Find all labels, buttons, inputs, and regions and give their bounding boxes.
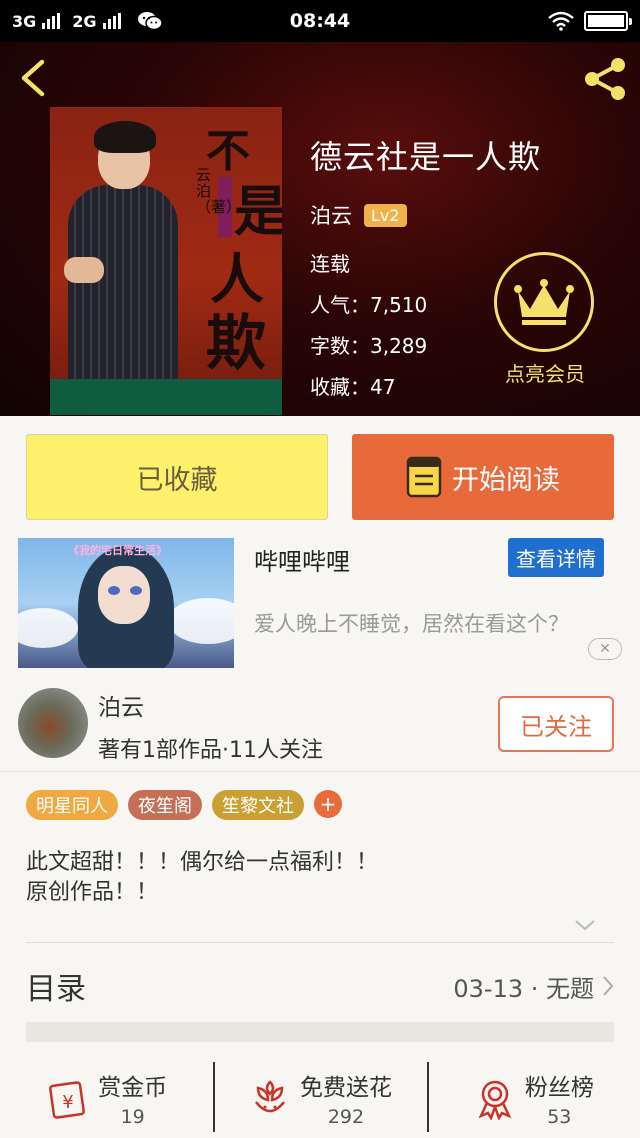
ad-banner[interactable]: 《我的宅日常生活》 哔哩哔哩 查看详情 爱人晚上不睡觉，居然在看这个？ ✕	[0, 532, 640, 668]
ad-figure-eye-right	[130, 586, 142, 595]
description-line: 此文超甜！！！偶尔给一点福利！！	[26, 850, 379, 875]
signal-group: 3G 2G	[12, 12, 121, 31]
ad-detail-button[interactable]: 查看详情	[508, 538, 604, 577]
send-flower-label: 免费送花	[299, 1075, 392, 1101]
description-line: 原创作品！！	[26, 880, 159, 905]
book-icon	[406, 456, 442, 498]
fan-ranking-button[interactable]: 粉丝榜 53	[426, 1058, 640, 1138]
cover-table	[50, 379, 282, 415]
back-icon[interactable]	[14, 58, 54, 98]
status-bar: 3G 2G 08:44	[0, 0, 640, 42]
vip-button[interactable]: 点亮会员	[494, 252, 596, 387]
cover-author-vertical: 云泊（著）	[196, 166, 242, 216]
send-flower-count: 292	[327, 1106, 365, 1128]
flower-icon	[254, 1080, 285, 1113]
ad-figure-eye-left	[108, 586, 120, 595]
medal-icon	[478, 1080, 512, 1120]
reward-coin-icon: ¥	[49, 1081, 86, 1119]
reward-coin-count: 19	[120, 1106, 145, 1128]
share-icon[interactable]	[580, 54, 630, 104]
send-flower-button[interactable]: 免费送花 292	[213, 1058, 426, 1138]
tag-list: 明星同人 夜笙阁 笙黎文社 +	[26, 790, 342, 820]
reward-coin-button[interactable]: ¥ 赏金币 19	[0, 1058, 213, 1138]
table-of-contents-row[interactable]: 目录 03-13 · 无题	[26, 960, 614, 1012]
add-tag-button[interactable]: +	[314, 790, 342, 818]
crown-icon	[494, 252, 594, 352]
network-3g-label: 3G	[12, 11, 37, 31]
wifi-icon	[548, 11, 574, 31]
cover-hair	[94, 121, 156, 153]
book-author[interactable]: 泊云	[310, 200, 352, 230]
start-reading-button[interactable]: 开始阅读	[352, 434, 614, 520]
ad-figure-face	[98, 566, 150, 624]
ad-close-button[interactable]: ✕	[588, 638, 622, 660]
collected-button[interactable]: 已收藏	[26, 434, 328, 520]
toc-label: 目录	[26, 972, 86, 1007]
cover-hand	[64, 257, 104, 283]
author-meta: 著有1部作品·11人关注	[98, 738, 323, 763]
battery-icon	[584, 11, 632, 31]
book-description: 此文超甜！！！偶尔给一点福利！！ 原创作品！！	[26, 848, 378, 908]
ad-image[interactable]: 《我的宅日常生活》	[18, 538, 234, 668]
book-header: 不 云泊（著） 是 人 欺 德云社是一人欺 泊云 Lv2 连载 人气：7,510…	[0, 42, 640, 416]
book-cover[interactable]: 不 云泊（著） 是 人 欺	[50, 107, 282, 415]
author-card[interactable]: 泊云 著有1部作品·11人关注 已关注	[0, 676, 640, 772]
fan-ranking-label: 粉丝榜	[524, 1075, 594, 1101]
section-separator	[26, 1022, 614, 1042]
reward-coin-label: 赏金币	[98, 1075, 168, 1101]
latest-chapter[interactable]: 03-13 · 无题	[453, 969, 614, 1004]
network-2g-label: 2G	[72, 11, 97, 31]
book-title: 德云社是一人欺	[310, 138, 542, 176]
divider	[26, 942, 614, 943]
start-reading-label: 开始阅读	[452, 464, 560, 496]
chevron-right-icon	[603, 976, 614, 996]
follow-button[interactable]: 已关注	[498, 696, 614, 752]
ad-title: 哔哩哔哩	[254, 548, 350, 576]
avatar[interactable]	[18, 688, 88, 758]
cover-char-4: 欺	[206, 309, 266, 379]
tag-item[interactable]: 明星同人	[26, 790, 118, 820]
tag-item[interactable]: 笙黎文社	[212, 790, 304, 820]
chevron-down-icon[interactable]	[574, 918, 596, 932]
signal-3g-icon	[42, 13, 61, 29]
signal-2g-icon	[102, 13, 121, 29]
author-name: 泊云	[98, 695, 144, 721]
bottom-action-bar: ¥ 赏金币 19 免费送花 292 粉丝榜 53	[0, 1058, 640, 1138]
ad-image-caption: 《我的宅日常生活》	[68, 544, 167, 557]
ad-description: 爱人晚上不睡觉，居然在看这个？	[254, 612, 569, 636]
wechat-icon	[137, 12, 163, 31]
fan-ranking-count: 53	[547, 1106, 572, 1128]
vip-label: 点亮会员	[505, 362, 585, 386]
tag-item[interactable]: 夜笙阁	[128, 790, 202, 820]
svg-text:¥: ¥	[62, 1092, 73, 1113]
level-badge: Lv2	[364, 203, 407, 227]
latest-chapter-label: 03-13 · 无题	[453, 974, 594, 1003]
